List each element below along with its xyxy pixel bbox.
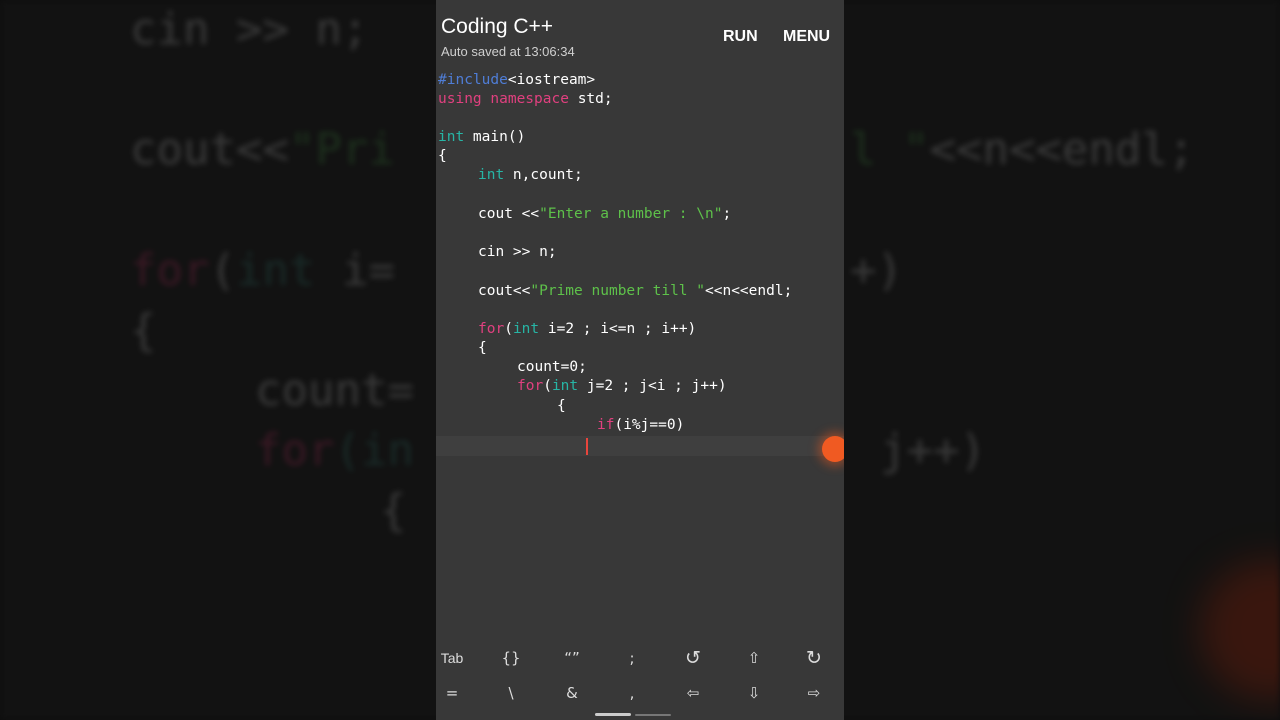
key-quotes[interactable]: “”	[552, 643, 592, 673]
key-backslash[interactable]: \	[491, 678, 531, 708]
code-line: {	[438, 148, 447, 164]
home-indicator-secondary	[635, 714, 671, 716]
code-line: count=0;	[517, 359, 587, 375]
code-line: cout <<"Enter a number : \n";	[478, 206, 732, 222]
code-line: if(i%j==0)	[597, 417, 685, 433]
home-indicator	[595, 713, 631, 716]
arrow-right-icon[interactable]: ⇨	[794, 678, 834, 708]
current-line-highlight	[436, 436, 844, 456]
autosave-status: Auto saved at 13:06:34	[441, 44, 575, 59]
arrow-down-icon[interactable]: ⇩	[734, 678, 774, 708]
key-tab[interactable]: Tab	[436, 643, 472, 673]
key-semicolon[interactable]: ;	[612, 643, 652, 673]
code-line: int main()	[438, 129, 526, 145]
menu-button[interactable]: MENU	[783, 28, 830, 46]
code-line: cout<<"Prime number till "<<n<<endl;	[478, 283, 793, 299]
code-line: for(int i=2 ; i<=n ; i++)	[478, 321, 697, 337]
cursor-handle[interactable]	[822, 436, 844, 462]
app-title: Coding C++	[441, 15, 554, 38]
key-ampersand[interactable]: &	[552, 678, 592, 708]
key-braces[interactable]: {}	[491, 643, 531, 673]
arrow-left-icon[interactable]: ⇦	[673, 678, 713, 708]
app-bar: Coding C++ Auto saved at 13:06:34 RUN ME…	[436, 0, 844, 68]
code-line: for(int j=2 ; j<i ; j++)	[517, 378, 727, 394]
run-button[interactable]: RUN	[723, 28, 758, 46]
code-line: {	[557, 398, 566, 414]
phone-screen: Coding C++ Auto saved at 13:06:34 RUN ME…	[436, 0, 844, 720]
arrow-up-icon[interactable]: ⇧	[734, 643, 774, 673]
code-line: cin >> n;	[478, 244, 557, 260]
text-caret	[586, 438, 588, 455]
undo-icon[interactable]: ↺	[673, 643, 713, 673]
code-line: using namespace std;	[438, 91, 613, 107]
code-line: #include<iostream>	[438, 72, 596, 88]
code-line: {	[478, 340, 487, 356]
key-equals[interactable]: =	[436, 678, 472, 708]
symbol-keyboard: Tab {} “” ; ↺ ⇧ ↻ = \ & , ⇦ ⇩ ⇨	[436, 640, 844, 720]
redo-icon[interactable]: ↻	[794, 643, 834, 673]
code-line: int n,count;	[478, 167, 583, 183]
key-comma[interactable]: ,	[612, 678, 652, 708]
code-editor[interactable]: #include<iostream> using namespace std; …	[436, 70, 844, 640]
